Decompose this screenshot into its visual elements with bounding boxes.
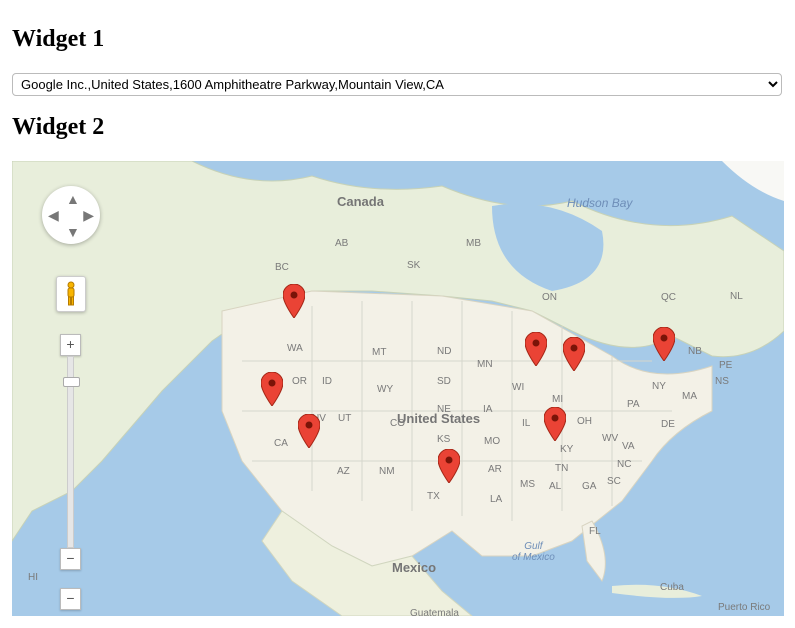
location-select-wrap: Google Inc.,United States,1600 Amphithea… — [12, 73, 783, 96]
pan-left-icon[interactable]: ◀ — [48, 207, 59, 224]
widget1-title: Widget 1 — [12, 26, 783, 53]
marker-michigan[interactable] — [563, 337, 585, 371]
marker-wisconsin[interactable] — [525, 332, 547, 366]
location-select[interactable]: Google Inc.,United States,1600 Amphithea… — [12, 73, 782, 96]
zoom-in-button[interactable]: + — [60, 334, 81, 356]
marker-seattle[interactable] — [283, 284, 305, 318]
pan-up-icon[interactable]: ▲ — [66, 191, 80, 207]
basemap — [12, 161, 784, 616]
zoom-out-button[interactable]: − — [60, 588, 81, 610]
zoom-out-button-mid[interactable]: − — [60, 548, 81, 570]
zoom-track[interactable] — [67, 356, 74, 548]
pan-right-icon[interactable]: ▶ — [83, 207, 94, 224]
pan-control[interactable]: ▲ ▼ ◀ ▶ — [42, 186, 100, 244]
zoom-thumb[interactable] — [63, 377, 80, 387]
pegman-icon — [64, 281, 78, 307]
map[interactable]: Canada United States Mexico Hudson Bay G… — [12, 161, 784, 616]
marker-northeast[interactable] — [653, 327, 675, 361]
marker-tennessee[interactable] — [544, 407, 566, 441]
marker-texas[interactable] — [438, 449, 460, 483]
marker-san-francisco[interactable] — [261, 372, 283, 406]
pan-down-icon[interactable]: ▼ — [66, 224, 80, 240]
marker-southern-california[interactable] — [298, 414, 320, 448]
widget2-title: Widget 2 — [12, 114, 783, 141]
zoom-control: + − − — [60, 334, 81, 610]
pegman[interactable] — [56, 276, 86, 312]
